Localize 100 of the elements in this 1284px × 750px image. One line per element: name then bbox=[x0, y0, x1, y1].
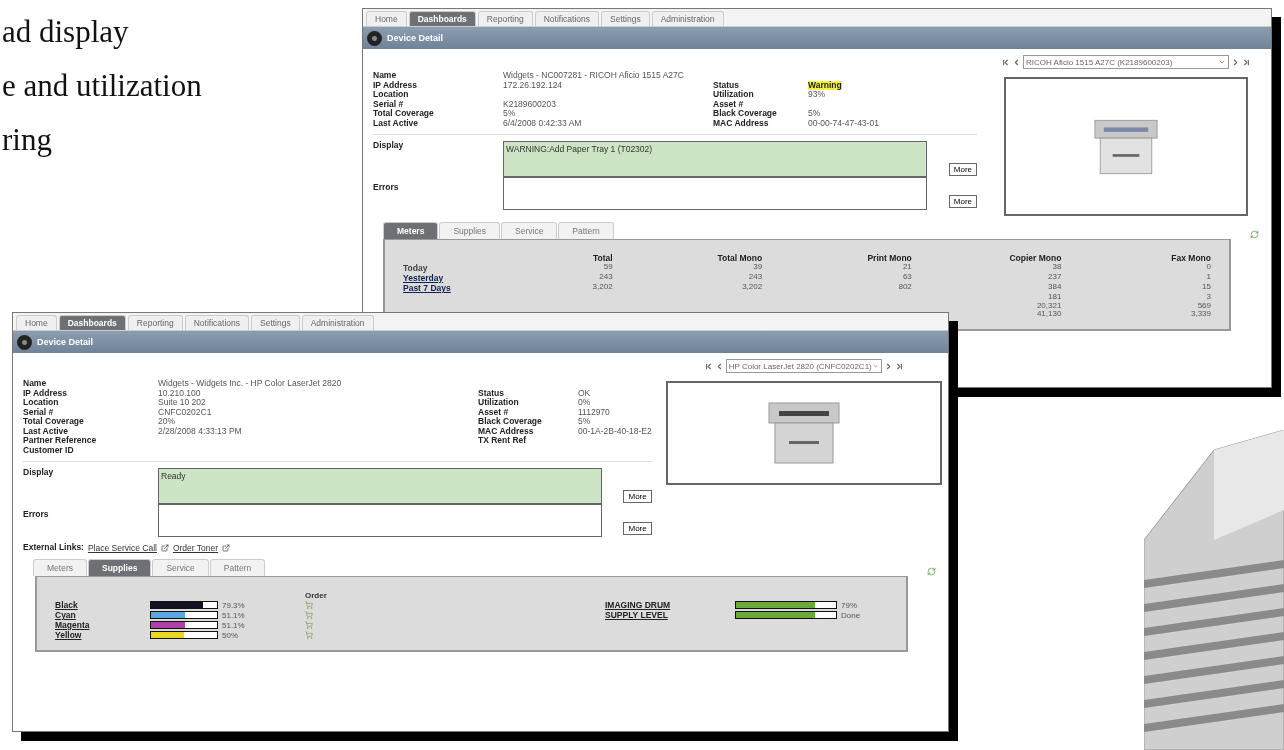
field-value: 2/28/2008 4:33:13 PM bbox=[158, 426, 242, 436]
field-label: Total Coverage bbox=[23, 417, 85, 427]
supply-link[interactable]: SUPPLY LEVEL bbox=[605, 610, 735, 620]
nav-tab[interactable]: Dashboards bbox=[408, 11, 476, 26]
nav-tab[interactable]: Home bbox=[16, 315, 57, 330]
supply-link[interactable]: Magenta bbox=[55, 620, 150, 630]
device-select[interactable]: RICOH Aficio 1515 A27C (K2189600203) bbox=[1023, 55, 1229, 69]
previous-icon[interactable] bbox=[1012, 57, 1021, 67]
field-label: Display bbox=[373, 141, 405, 151]
last-icon[interactable] bbox=[894, 361, 904, 371]
more-button[interactable]: More bbox=[623, 490, 652, 503]
nav-tab[interactable]: Home bbox=[366, 11, 407, 26]
nav-tab[interactable]: Reporting bbox=[477, 11, 533, 26]
refresh-icon[interactable] bbox=[927, 567, 936, 576]
row-label: Today bbox=[403, 263, 428, 273]
table-cell-text: 63 bbox=[901, 273, 912, 283]
supply-reading: 79.3% bbox=[221, 600, 245, 610]
nav-tab[interactable]: Administration bbox=[301, 315, 374, 330]
field-value: 5% bbox=[808, 109, 821, 119]
field-value: 0% bbox=[578, 398, 591, 408]
table-cell-text: 384 bbox=[1047, 283, 1062, 293]
field-label: Black Coverage bbox=[478, 417, 543, 427]
display-field: Ready bbox=[158, 468, 602, 504]
next-icon[interactable] bbox=[1231, 57, 1240, 67]
nav-tab[interactable]: Notifications bbox=[184, 315, 249, 330]
disc-icon bbox=[367, 30, 382, 46]
device-select[interactable]: HP Color LaserJet 2820 (CNFC0202C1) bbox=[725, 359, 882, 373]
field-label: TX Rent Ref bbox=[478, 436, 528, 446]
links-label: External Links: bbox=[23, 543, 84, 553]
last-icon[interactable] bbox=[1242, 57, 1251, 67]
field-label: Location bbox=[373, 90, 410, 100]
external-link[interactable]: Place Service Call bbox=[87, 543, 157, 553]
field-label: Display bbox=[23, 468, 55, 478]
more-button[interactable]: More bbox=[623, 522, 652, 535]
field-label: Asset # bbox=[478, 407, 510, 417]
field-value: 20% bbox=[158, 417, 175, 427]
refresh-icon[interactable] bbox=[1250, 230, 1259, 239]
detail-tab[interactable]: Pattern bbox=[558, 222, 614, 239]
field-label: Last Active bbox=[23, 426, 69, 436]
supply-link[interactable]: Yellow bbox=[55, 630, 150, 640]
more-button[interactable]: More bbox=[948, 163, 977, 176]
field-value: 5% bbox=[578, 417, 591, 427]
detail-tab[interactable]: Supplies bbox=[439, 222, 500, 239]
field-label: Last Active bbox=[373, 118, 419, 128]
table-cell-text: 3,202 bbox=[741, 283, 763, 293]
supply-reading: 51.1% bbox=[221, 610, 245, 620]
column-header: Copier Mono bbox=[1008, 254, 1062, 263]
table-cell-text: 1 bbox=[1205, 273, 1211, 283]
field-label: Utilization bbox=[478, 398, 520, 408]
first-icon[interactable] bbox=[1001, 57, 1010, 67]
nav-tab[interactable]: Notifications bbox=[534, 11, 599, 26]
table-cell-text: 3 bbox=[1205, 293, 1211, 302]
supply-link[interactable]: IMAGING DRUM bbox=[605, 600, 735, 610]
field-label: IP Address bbox=[23, 388, 68, 398]
field-value: OK bbox=[578, 388, 591, 398]
first-icon[interactable] bbox=[703, 361, 713, 371]
nav-tab[interactable]: Settings bbox=[601, 11, 650, 26]
more-button[interactable]: More bbox=[948, 195, 977, 208]
detail-tab[interactable]: Meters bbox=[33, 559, 87, 576]
row-label[interactable]: Yesterday bbox=[403, 273, 444, 283]
field-label: Name bbox=[373, 71, 398, 81]
nav-tab[interactable]: Reporting bbox=[127, 315, 183, 330]
field-value: 00-00-74-47-43-01 bbox=[808, 118, 879, 128]
row-label[interactable]: Past 7 Days bbox=[403, 283, 451, 293]
nav-tab[interactable]: Dashboards bbox=[58, 315, 126, 330]
detail-tab[interactable]: Supplies bbox=[88, 559, 152, 576]
external-link[interactable]: Order Toner bbox=[172, 543, 219, 553]
table-cell-text: 59 bbox=[602, 263, 613, 273]
detail-tab[interactable]: Service bbox=[501, 222, 558, 239]
field-label: Total Coverage bbox=[373, 109, 435, 119]
page-title: Device Detail bbox=[37, 337, 94, 347]
column-header: Order bbox=[305, 591, 328, 600]
field-label: Serial # bbox=[23, 407, 55, 417]
detail-tab[interactable]: Pattern bbox=[209, 559, 266, 576]
field-label: Asset # bbox=[713, 99, 745, 109]
field-value: 10.210.100 bbox=[158, 388, 201, 398]
table-cell-text: 38 bbox=[1051, 263, 1062, 273]
table-cell-text: 237 bbox=[1047, 273, 1062, 283]
detail-tab[interactable]: Service bbox=[152, 559, 209, 576]
table-cell-text: 181 bbox=[1047, 293, 1062, 302]
external-link-icon bbox=[160, 544, 169, 552]
table-cell-text: 243 bbox=[747, 273, 763, 283]
bullet-text: ad display bbox=[2, 13, 129, 51]
table-cell-text: 3,202 bbox=[591, 283, 613, 293]
supply-reading: 50% bbox=[221, 630, 238, 640]
table-cell-text: 569 bbox=[1196, 301, 1211, 310]
field-value: 6/4/2008 0:42:33 AM bbox=[503, 118, 582, 128]
table-cell-text: 243 bbox=[598, 273, 613, 283]
table-cell-text: 20,321 bbox=[1035, 301, 1062, 310]
table-cell-text: 39 bbox=[752, 263, 763, 273]
detail-tab[interactable]: Meters bbox=[383, 222, 439, 239]
nav-tab[interactable]: Administration bbox=[651, 11, 724, 26]
nav-tab[interactable]: Settings bbox=[251, 315, 300, 330]
supply-link[interactable]: Black bbox=[55, 600, 150, 610]
column-header: Total Mono bbox=[716, 254, 763, 263]
supply-link[interactable]: Cyan bbox=[55, 610, 150, 620]
field-label: MAC Address bbox=[713, 118, 769, 128]
field-label: Black Coverage bbox=[713, 109, 778, 119]
field-label: Location bbox=[23, 398, 60, 408]
field-value: 5% bbox=[503, 109, 516, 119]
